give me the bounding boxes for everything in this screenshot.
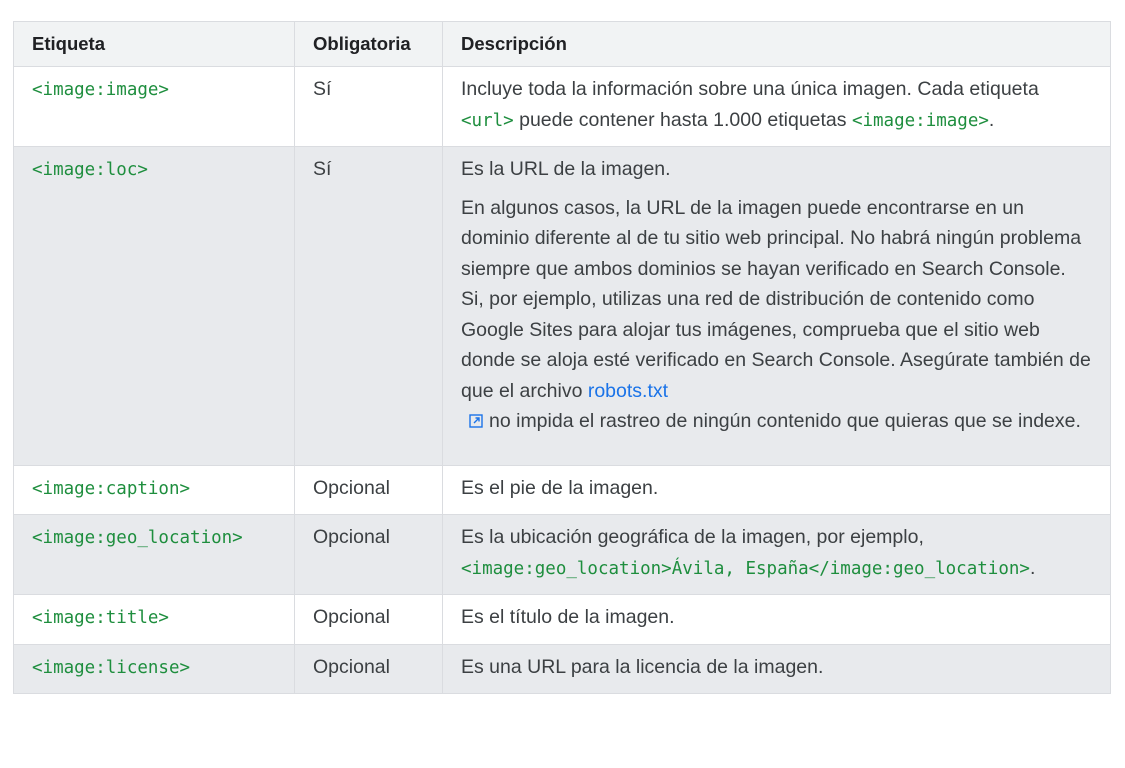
table-header-row: Etiqueta Obligatoria Descripción (13, 21, 1111, 67)
table-row: <image:loc> Sí Es la URL de la imagen. E… (13, 146, 1111, 466)
description-text: Incluye toda la información sobre una ún… (461, 78, 1039, 100)
description-text: En algunos casos, la URL de la imagen pu… (461, 196, 1091, 402)
description-text: . (988, 108, 995, 131)
column-header-required: Obligatoria (294, 21, 443, 67)
table-row: <image:license> Opcional Es una URL para… (13, 643, 1111, 694)
tag-cell: <image:title> (13, 594, 295, 645)
tag-cell: <image:caption> (13, 464, 295, 515)
tag-name: <image:license> (32, 657, 191, 678)
image-sitemap-tags-table: Etiqueta Obligatoria Descripción <image:… (13, 21, 1111, 694)
description-cell: Es el título de la imagen. (442, 594, 1111, 645)
tag-name: <image:geo_location> (32, 528, 243, 548)
cropped-heading (320, 0, 780, 8)
description-cell: Incluye toda la información sobre una ún… (442, 66, 1111, 147)
table-row: <image:title> Opcional Es el título de l… (13, 594, 1111, 645)
tag-name: <image:title> (32, 608, 169, 628)
tag-name: <image:loc> (32, 160, 148, 180)
external-link-icon[interactable] (469, 414, 483, 428)
required-cell: Opcional (294, 514, 443, 595)
column-header-description: Descripción (442, 21, 1111, 67)
inline-code: <url> (461, 110, 514, 131)
tag-name: <image:caption> (32, 478, 191, 499)
tag-cell: <image:loc> (13, 146, 295, 466)
inline-code: <image:geo_location>Ávila, España</image… (461, 558, 1030, 579)
tag-name: <image:image> (32, 80, 169, 100)
robots-txt-link[interactable]: robots.txt (588, 380, 668, 402)
required-cell: Opcional (294, 464, 443, 515)
description-text: Es la ubicación geográfica de la imagen,… (461, 526, 924, 548)
column-header-tag: Etiqueta (13, 21, 295, 67)
description-cell: Es la URL de la imagen. En algunos casos… (442, 146, 1111, 466)
description-cell: Es una URL para la licencia de la imagen… (442, 643, 1111, 694)
description-text: . (1029, 556, 1036, 579)
table-row: <image:caption> Opcional Es el pie de la… (13, 464, 1111, 515)
description-text: puede contener hasta 1.000 etiquetas (513, 108, 852, 131)
description-paragraph: Es la URL de la imagen. (461, 158, 671, 180)
required-cell: Sí (294, 146, 443, 466)
table-row: <image:geo_location> Opcional Es la ubic… (13, 514, 1111, 595)
inline-code: <image:image> (851, 110, 989, 131)
tag-cell: <image:license> (13, 643, 295, 694)
required-cell: Opcional (294, 594, 443, 645)
description-cell: Es el pie de la imagen. (442, 464, 1111, 515)
tag-cell: <image:image> (13, 66, 295, 147)
table-row: <image:image> Sí Incluye toda la informa… (13, 66, 1111, 147)
required-cell: Opcional (294, 643, 443, 694)
required-cell: Sí (294, 66, 443, 147)
tag-cell: <image:geo_location> (13, 514, 295, 595)
description-text: no impida el rastreo de ningún contenido… (489, 410, 1081, 432)
description-cell: Es la ubicación geográfica de la imagen,… (442, 514, 1111, 595)
description-paragraph: En algunos casos, la URL de la imagen pu… (461, 193, 1092, 437)
